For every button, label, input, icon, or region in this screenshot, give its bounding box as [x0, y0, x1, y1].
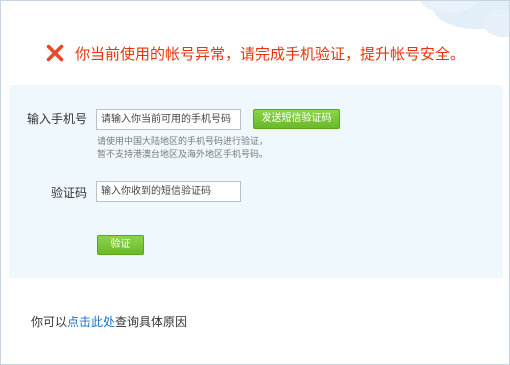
phone-hint: 请使用中国大陆地区的手机号码进行验证， 暂不支持港澳台地区及海外地区手机号码。 — [97, 136, 268, 162]
verification-dialog: 你当前使用的帐号异常，请完成手机验证，提升帐号安全。 输入手机号 发送短信验证码… — [0, 0, 510, 365]
phone-hint-line-1: 请使用中国大陆地区的手机号码进行验证， — [97, 137, 269, 147]
close-x-icon — [46, 44, 64, 62]
footer-suffix: 查询具体原因 — [115, 315, 188, 329]
verify-button[interactable]: 验证 — [97, 235, 144, 255]
phone-hint-line-2: 暂不支持港澳台地区及海外地区手机号码。 — [97, 150, 269, 160]
alert-message: 你当前使用的帐号异常，请完成手机验证，提升帐号安全。 — [75, 44, 466, 63]
account-alert: 你当前使用的帐号异常，请完成手机验证，提升帐号安全。 — [45, 39, 465, 67]
click-here-link[interactable]: 点击此处 — [67, 315, 115, 329]
footer-help: 你可以点击此处查询具体原因 — [31, 313, 187, 330]
phone-verification-form: 输入手机号 发送短信验证码 请使用中国大陆地区的手机号码进行验证， 暂不支持港澳… — [9, 85, 503, 278]
code-label: 验证码 — [50, 186, 87, 200]
send-sms-code-button[interactable]: 发送短信验证码 — [253, 109, 340, 129]
footer-prefix: 你可以 — [31, 315, 68, 329]
verification-code-input[interactable] — [96, 181, 241, 202]
phone-input[interactable] — [96, 109, 241, 130]
phone-label: 输入手机号 — [26, 112, 87, 126]
